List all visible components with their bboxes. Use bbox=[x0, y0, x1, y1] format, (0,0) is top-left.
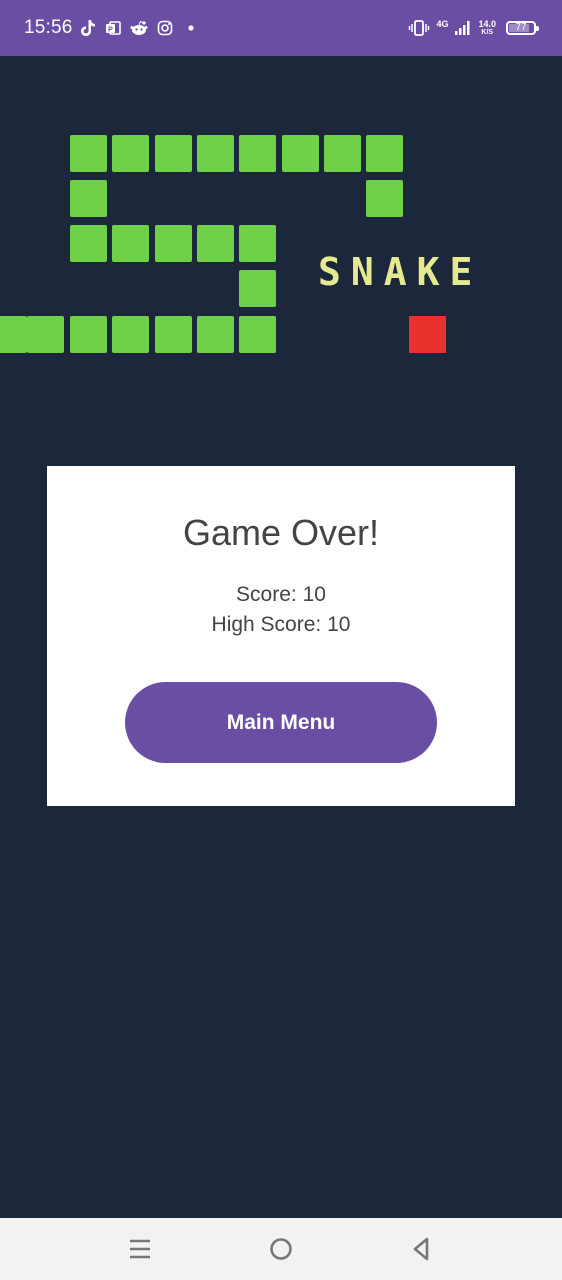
status-time: 15:56 bbox=[24, 17, 73, 38]
home-icon bbox=[270, 1238, 292, 1260]
high-score-text: High Score: 10 bbox=[211, 613, 351, 636]
back-icon bbox=[413, 1237, 429, 1261]
network-type: 4G bbox=[436, 18, 449, 29]
tiktok-icon bbox=[80, 19, 96, 37]
game-over-title: Game Over! bbox=[182, 512, 380, 553]
snake-segment bbox=[155, 316, 192, 353]
back-button[interactable] bbox=[404, 1232, 438, 1266]
snake-segment bbox=[282, 135, 319, 172]
snake-segment bbox=[112, 225, 149, 262]
main-menu-button[interactable]: Main Menu bbox=[125, 682, 437, 763]
notification-icons: P bbox=[80, 16, 194, 40]
navigation-bar bbox=[0, 1218, 562, 1280]
snake-segment bbox=[70, 135, 107, 172]
home-button[interactable] bbox=[264, 1232, 298, 1266]
instagram-icon bbox=[157, 20, 173, 36]
snake-segment bbox=[0, 316, 27, 353]
network-speed-unit: K/S bbox=[481, 28, 494, 36]
recent-apps-button[interactable] bbox=[123, 1232, 157, 1266]
vibrate-icon bbox=[408, 19, 430, 37]
outlook-icon: P bbox=[105, 20, 121, 36]
snake-segment bbox=[239, 225, 276, 262]
snake-segment bbox=[70, 316, 107, 353]
snake-segment bbox=[239, 270, 276, 307]
status-bar: 15:56 P 4G 14.0 K/S 77 bbox=[0, 0, 562, 56]
network-speed-value: 14.0 bbox=[478, 18, 496, 29]
snake-segment bbox=[197, 225, 234, 262]
game-over-dialog: Game Over! Score: 10 High Score: 10 Main… bbox=[47, 466, 515, 806]
logo-word: SNAKE bbox=[318, 250, 483, 294]
notification-dot-icon bbox=[188, 25, 194, 31]
network-speed: 14.0 K/S bbox=[478, 18, 496, 37]
food-pellet bbox=[409, 316, 446, 353]
battery-level: 77 bbox=[515, 22, 527, 33]
snake-segment bbox=[366, 180, 403, 217]
snake-logo: SNAKE bbox=[0, 56, 562, 386]
snake-segment bbox=[239, 135, 276, 172]
snake-segment bbox=[70, 225, 107, 262]
snake-segment bbox=[27, 316, 64, 353]
recent-apps-icon bbox=[130, 1239, 150, 1259]
snake-segment bbox=[197, 316, 234, 353]
snake-segment bbox=[155, 225, 192, 262]
snake-segment bbox=[366, 135, 403, 172]
battery-icon: 77 bbox=[506, 21, 539, 35]
score-text: Score: 10 bbox=[236, 583, 326, 606]
svg-text:P: P bbox=[108, 27, 113, 34]
snake-segment bbox=[70, 180, 107, 217]
reddit-icon bbox=[130, 20, 148, 36]
snake-segment bbox=[324, 135, 361, 172]
signal-icon bbox=[454, 20, 472, 36]
system-status-icons: 4G 14.0 K/S 77 bbox=[408, 15, 539, 41]
snake-segment bbox=[239, 316, 276, 353]
snake-segment bbox=[155, 135, 192, 172]
snake-segment bbox=[197, 135, 234, 172]
snake-segment bbox=[112, 135, 149, 172]
snake-segment bbox=[112, 316, 149, 353]
